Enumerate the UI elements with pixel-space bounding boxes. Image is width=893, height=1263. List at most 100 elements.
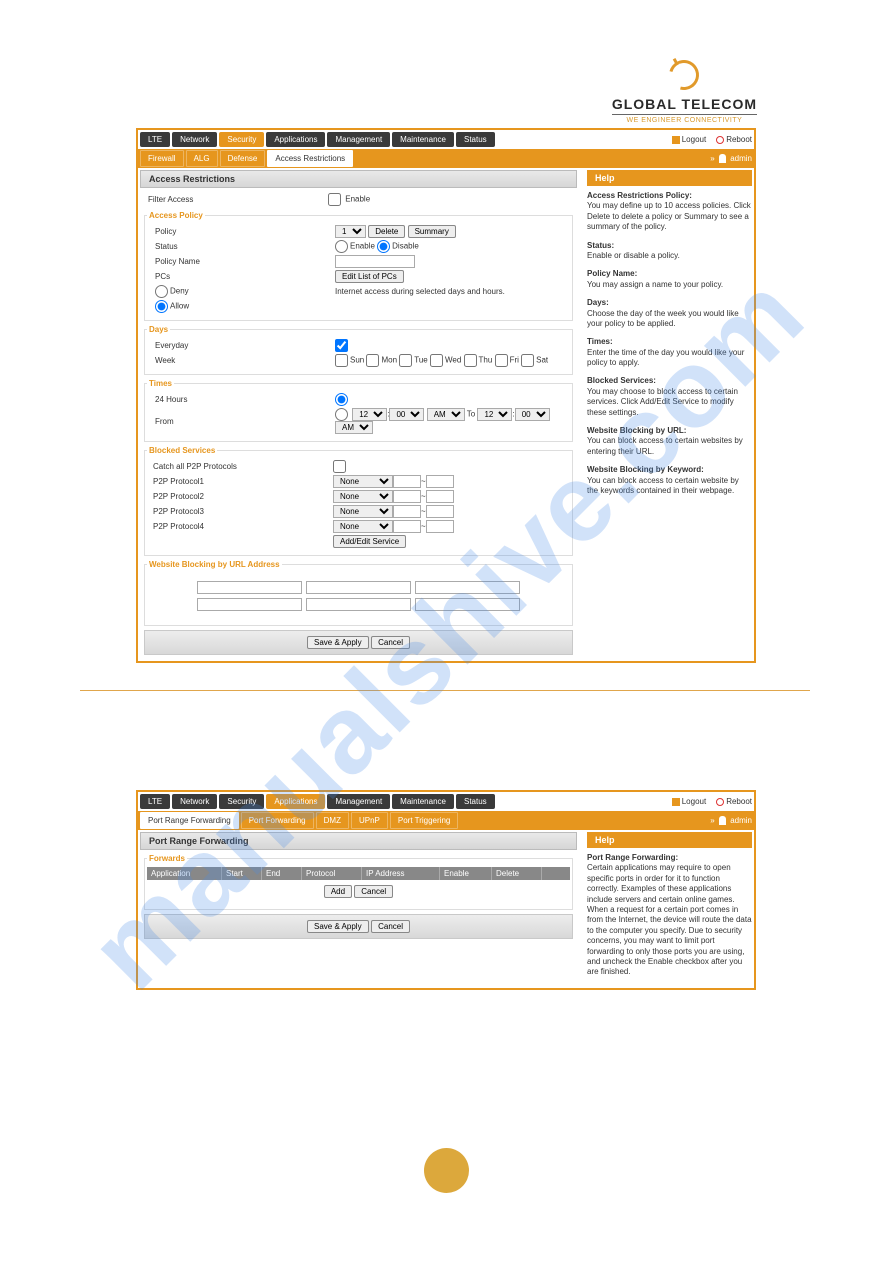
- radio-24h[interactable]: [335, 393, 348, 406]
- input-p2p1-a[interactable]: [393, 475, 421, 488]
- input-p2p4-b[interactable]: [426, 520, 454, 533]
- input-p2p1-b[interactable]: [426, 475, 454, 488]
- tab-maintenance[interactable]: Maintenance: [392, 132, 454, 147]
- checkbox-filter-enable[interactable]: [328, 193, 341, 206]
- subtab-access-restrictions[interactable]: Access Restrictions: [267, 150, 353, 167]
- input-p2p3-b[interactable]: [426, 505, 454, 518]
- add-edit-service-button[interactable]: Add/Edit Service: [333, 535, 406, 548]
- delete-policy-button[interactable]: Delete: [368, 225, 405, 238]
- checkbox-sat[interactable]: [521, 354, 534, 367]
- input-url-6[interactable]: [415, 598, 520, 611]
- legend-days: Days: [147, 325, 170, 334]
- logout-link-2[interactable]: Logout: [672, 797, 706, 806]
- input-url-4[interactable]: [197, 598, 302, 611]
- radio-allow[interactable]: [155, 300, 168, 313]
- select-p2p4[interactable]: None: [333, 520, 393, 533]
- input-p2p4-a[interactable]: [393, 520, 421, 533]
- select-from-ampm[interactable]: AM: [427, 408, 465, 421]
- label-pcs: PCs: [155, 272, 335, 281]
- subtab-port-trigger[interactable]: Port Triggering: [390, 812, 458, 829]
- floating-circle-button[interactable]: [424, 1148, 469, 1193]
- input-url-5[interactable]: [306, 598, 411, 611]
- subtab-port-fwd[interactable]: Port Forwarding: [241, 812, 314, 829]
- select-p2p2[interactable]: None: [333, 490, 393, 503]
- tab-security[interactable]: Security: [219, 132, 264, 147]
- user-icon: [719, 154, 726, 163]
- select-p2p1[interactable]: None: [333, 475, 393, 488]
- checkbox-mon[interactable]: [366, 354, 379, 367]
- fieldset-access-policy: Access Policy Policy 1 Delete Summary St…: [144, 211, 573, 321]
- reboot-link[interactable]: Reboot: [716, 135, 752, 144]
- select-to-m[interactable]: 00: [515, 408, 550, 421]
- subtab-upnp[interactable]: UPnP: [351, 812, 388, 829]
- tab-status-2[interactable]: Status: [456, 794, 495, 809]
- brand-logo-icon: [664, 55, 705, 96]
- user-info-2: » admin: [710, 816, 752, 825]
- select-policy[interactable]: 1: [335, 225, 366, 238]
- radio-deny[interactable]: [155, 285, 168, 298]
- checkbox-catch-p2p[interactable]: [333, 460, 346, 473]
- tab-network-2[interactable]: Network: [172, 794, 217, 809]
- tab-management-2[interactable]: Management: [327, 794, 390, 809]
- select-from-m[interactable]: 00: [389, 408, 424, 421]
- checkbox-tue[interactable]: [399, 354, 412, 367]
- select-to-ampm[interactable]: AM: [335, 421, 373, 434]
- cancel-button[interactable]: Cancel: [371, 636, 410, 649]
- add-forward-button[interactable]: Add: [324, 885, 352, 898]
- label-from: From: [155, 417, 335, 426]
- radio-status-enable[interactable]: [335, 240, 348, 253]
- page-divider: [80, 690, 810, 691]
- checkbox-sun[interactable]: [335, 354, 348, 367]
- save-apply-button[interactable]: Save & Apply: [307, 636, 369, 649]
- radio-from[interactable]: [335, 408, 348, 421]
- tab-applications[interactable]: Applications: [266, 132, 325, 147]
- reboot-link-2[interactable]: Reboot: [716, 797, 752, 806]
- tab-status[interactable]: Status: [456, 132, 495, 147]
- checkbox-wed[interactable]: [430, 354, 443, 367]
- select-p2p3[interactable]: None: [333, 505, 393, 518]
- power-icon-2: [716, 798, 724, 806]
- logout-icon-2: [672, 798, 680, 806]
- tab-applications-2[interactable]: Applications: [266, 794, 325, 809]
- edit-pcs-button[interactable]: Edit List of PCs: [335, 270, 404, 283]
- select-from-h[interactable]: 12: [352, 408, 387, 421]
- tab-management[interactable]: Management: [327, 132, 390, 147]
- checkbox-everyday[interactable]: [335, 339, 348, 352]
- label-everyday: Everyday: [155, 341, 335, 350]
- subtab-defense[interactable]: Defense: [220, 150, 266, 167]
- input-url-2[interactable]: [306, 581, 411, 594]
- label-p2p3: P2P Protocol3: [153, 507, 333, 516]
- legend-forwards: Forwards: [147, 854, 187, 863]
- checkbox-fri[interactable]: [495, 354, 508, 367]
- save-apply-button-2[interactable]: Save & Apply: [307, 920, 369, 933]
- subtab-alg[interactable]: ALG: [186, 150, 218, 167]
- fieldset-url-blocking: Website Blocking by URL Address: [144, 560, 573, 626]
- input-url-1[interactable]: [197, 581, 302, 594]
- input-p2p3-a[interactable]: [393, 505, 421, 518]
- input-p2p2-a[interactable]: [393, 490, 421, 503]
- logout-link[interactable]: Logout: [672, 135, 706, 144]
- radio-status-disable[interactable]: [377, 240, 390, 253]
- summary-button[interactable]: Summary: [408, 225, 456, 238]
- cancel-button-2[interactable]: Cancel: [371, 920, 410, 933]
- input-url-3[interactable]: [415, 581, 520, 594]
- cancel-forward-button[interactable]: Cancel: [354, 885, 393, 898]
- label-p2p1: P2P Protocol1: [153, 477, 333, 486]
- subtab-dmz[interactable]: DMZ: [316, 812, 349, 829]
- legend-access-policy: Access Policy: [147, 211, 205, 220]
- tab-lte-2[interactable]: LTE: [140, 794, 170, 809]
- label-p2p4: P2P Protocol4: [153, 522, 333, 531]
- subtab-firewall[interactable]: Firewall: [140, 150, 184, 167]
- power-icon: [716, 136, 724, 144]
- select-to-h[interactable]: 12: [477, 408, 512, 421]
- tab-security-2[interactable]: Security: [219, 794, 264, 809]
- input-p2p2-b[interactable]: [426, 490, 454, 503]
- checkbox-thu[interactable]: [464, 354, 477, 367]
- help-title-2: Help: [587, 832, 752, 848]
- tab-network[interactable]: Network: [172, 132, 217, 147]
- subtab-port-range-fwd[interactable]: Port Range Forwarding: [140, 812, 239, 829]
- note-internet-access: Internet access during selected days and…: [335, 287, 562, 296]
- input-policy-name[interactable]: [335, 255, 415, 268]
- tab-maintenance-2[interactable]: Maintenance: [392, 794, 454, 809]
- tab-lte[interactable]: LTE: [140, 132, 170, 147]
